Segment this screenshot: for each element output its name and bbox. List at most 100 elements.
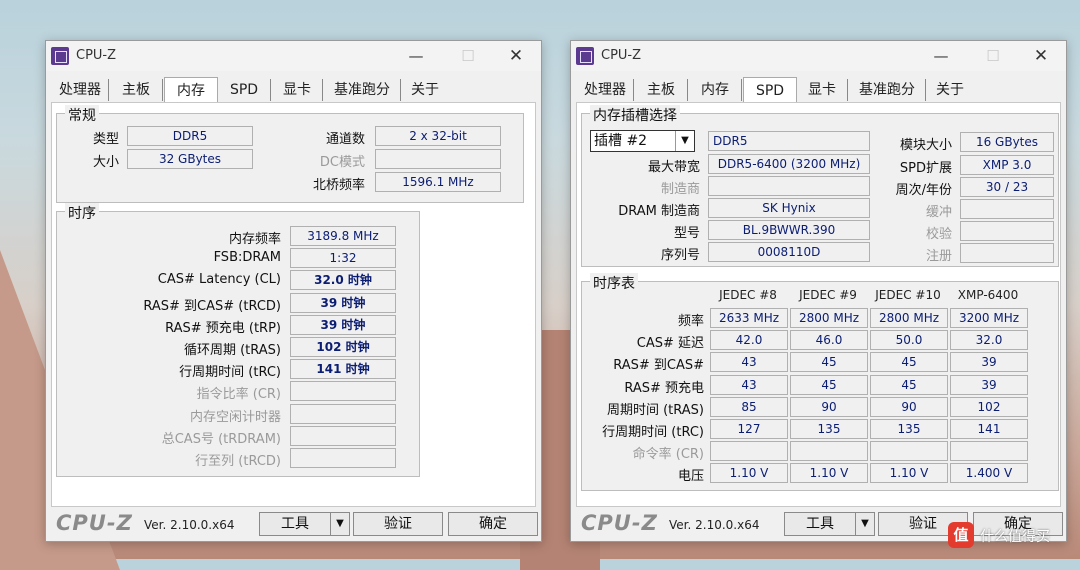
size-value: 32 GBytes bbox=[127, 149, 253, 169]
tab-bench[interactable]: 基准跑分 bbox=[849, 79, 926, 101]
timing-cell: 90 bbox=[870, 396, 948, 417]
mem-type-value: DDR5 bbox=[708, 131, 870, 151]
maximize-icon[interactable]: ☐ bbox=[978, 45, 1008, 67]
tab-about[interactable]: 关于 bbox=[402, 79, 448, 101]
dc-mode-value bbox=[375, 149, 501, 169]
tools-dropdown-icon[interactable]: ▼ bbox=[330, 512, 350, 536]
timing-value: 3189.8 MHz bbox=[290, 226, 396, 246]
tab-cpu[interactable]: 处理器 bbox=[52, 79, 109, 101]
serial-label: 序列号 bbox=[660, 248, 700, 263]
ok-button[interactable]: 确定 bbox=[448, 512, 538, 536]
brand-logo-icon: 值 bbox=[948, 522, 974, 548]
title-bar[interactable]: CPU-Z — ☐ ✕ bbox=[571, 41, 1066, 71]
tab-mainboard[interactable]: 主板 bbox=[110, 79, 163, 101]
timing-cell: 43 bbox=[710, 374, 788, 395]
timing-value bbox=[290, 403, 396, 424]
brand-text: 什么值得买 bbox=[980, 529, 1050, 545]
correction-label: 校验 bbox=[925, 227, 952, 242]
dram-mfr-value: SK Hynix bbox=[708, 198, 870, 218]
timing-row-label: 频率 bbox=[677, 314, 704, 329]
timing-cell bbox=[710, 441, 788, 462]
memory-panel: 常规 类型 DDR5 大小 32 GBytes 通道数 2 x 32-bit D… bbox=[51, 102, 536, 507]
bottom-bar: CPU-Z Ver. 2.10.0.x64 工具 ▼ 验证 确定 bbox=[46, 509, 541, 541]
timing-label: 行周期时间 (tRC) bbox=[179, 365, 281, 381]
size-label: 大小 bbox=[92, 155, 119, 170]
timing-cell bbox=[870, 441, 948, 462]
timing-cell: 127 bbox=[710, 419, 788, 439]
week-year-value: 30 / 23 bbox=[960, 177, 1054, 197]
tab-memory[interactable]: 内存 bbox=[689, 79, 742, 101]
week-year-label: 周次/年份 bbox=[895, 183, 952, 198]
chevron-down-icon[interactable]: ▼ bbox=[675, 131, 694, 151]
nb-freq-value: 1596.1 MHz bbox=[375, 172, 501, 192]
slot-group: 内存插槽选择 插槽 #2 ▼ DDR5 最大带宽 DDR5-6400 (3200… bbox=[581, 105, 1059, 267]
tools-button[interactable]: 工具 bbox=[259, 512, 331, 536]
timing-row-label: RAS# 到CAS# bbox=[613, 358, 704, 374]
tools-dropdown-icon[interactable]: ▼ bbox=[855, 512, 875, 536]
column-header: JEDEC #10 bbox=[875, 288, 941, 302]
slot-select[interactable]: 插槽 #2 ▼ bbox=[590, 130, 695, 152]
cpuz-window-memory: CPU-Z — ☐ ✕ 处理器 主板 内存 SPD 显卡 基准跑分 关于 常规 … bbox=[45, 40, 542, 542]
tab-graphics[interactable]: 显卡 bbox=[797, 79, 848, 101]
timing-cell: 1.10 V bbox=[790, 463, 868, 484]
version-text: Ver. 2.10.0.x64 bbox=[144, 518, 235, 532]
timing-cell: 1.10 V bbox=[870, 463, 948, 484]
timing-cell: 50.0 bbox=[870, 330, 948, 351]
serial-value: 0008110D bbox=[708, 242, 870, 262]
spd-ext-value: XMP 3.0 bbox=[960, 155, 1054, 175]
tab-memory[interactable]: 内存 bbox=[164, 77, 218, 104]
nb-freq-label: 北桥频率 bbox=[312, 178, 365, 193]
spd-ext-label: SPD扩展 bbox=[899, 161, 952, 176]
tab-cpu[interactable]: 处理器 bbox=[577, 79, 634, 101]
timing-label: FSB:DRAM bbox=[213, 250, 281, 266]
title-bar[interactable]: CPU-Z — ☐ ✕ bbox=[46, 41, 541, 71]
timing-value: 141 时钟 bbox=[290, 359, 396, 380]
timing-table-title: 时序表 bbox=[590, 273, 638, 293]
tab-about[interactable]: 关于 bbox=[927, 79, 973, 101]
column-header: XMP-6400 bbox=[957, 288, 1019, 302]
close-icon[interactable]: ✕ bbox=[501, 45, 531, 67]
close-icon[interactable]: ✕ bbox=[1026, 45, 1056, 67]
timings-group: 时序 内存频率 3189.8 MHz FSB:DRAM 1:32 CAS# Latenc… bbox=[56, 203, 420, 477]
tab-mainboard[interactable]: 主板 bbox=[635, 79, 688, 101]
timing-cell: 3200 MHz bbox=[950, 308, 1028, 328]
timing-value bbox=[290, 448, 396, 468]
dram-mfr-label: DRAM 制造商 bbox=[618, 204, 700, 219]
timing-value: 39 时钟 bbox=[290, 314, 396, 335]
timing-row-label: 命令率 (CR) bbox=[632, 447, 704, 463]
timing-row-label: 电压 bbox=[677, 469, 704, 485]
timing-label: RAS# 到CAS# (tRCD) bbox=[143, 298, 281, 314]
max-bandwidth-value: DDR5-6400 (3200 MHz) bbox=[708, 154, 870, 174]
timing-cell: 135 bbox=[870, 419, 948, 439]
buffered-value bbox=[960, 199, 1054, 219]
tab-spd[interactable]: SPD bbox=[218, 79, 271, 101]
buffered-label: 缓冲 bbox=[925, 205, 952, 220]
tab-bench[interactable]: 基准跑分 bbox=[324, 79, 401, 101]
timing-row-label: 行周期时间 (tRC) bbox=[602, 425, 704, 440]
general-group-title: 常规 bbox=[65, 105, 99, 125]
watermark-brand: 值 什么值得买 bbox=[948, 520, 1076, 550]
timing-cell: 46.0 bbox=[790, 330, 868, 351]
tools-button[interactable]: 工具 bbox=[784, 512, 856, 536]
timing-cell: 2800 MHz bbox=[870, 308, 948, 328]
timing-cell bbox=[790, 441, 868, 462]
validate-button[interactable]: 验证 bbox=[353, 512, 443, 536]
timing-value: 102 时钟 bbox=[290, 337, 396, 357]
window-title: CPU-Z bbox=[601, 48, 642, 63]
timing-cell: 2800 MHz bbox=[790, 308, 868, 328]
timing-cell: 90 bbox=[790, 396, 868, 417]
tab-spd[interactable]: SPD bbox=[743, 77, 797, 104]
max-bandwidth-label: 最大带宽 bbox=[647, 160, 700, 175]
timing-row-label: 周期时间 (tRAS) bbox=[606, 402, 704, 418]
timing-label: 内存空闲计时器 bbox=[189, 409, 281, 425]
type-label: 类型 bbox=[92, 132, 119, 147]
maximize-icon[interactable]: ☐ bbox=[453, 45, 483, 67]
minimize-icon[interactable]: — bbox=[926, 45, 956, 67]
timing-label: CAS# Latency (CL) bbox=[157, 272, 281, 288]
registered-value bbox=[960, 243, 1054, 263]
tab-graphics[interactable]: 显卡 bbox=[272, 79, 323, 101]
timing-cell: 135 bbox=[790, 419, 868, 439]
timings-group-title: 时序 bbox=[65, 203, 99, 223]
minimize-icon[interactable]: — bbox=[401, 45, 431, 67]
timing-cell: 39 bbox=[950, 352, 1028, 373]
